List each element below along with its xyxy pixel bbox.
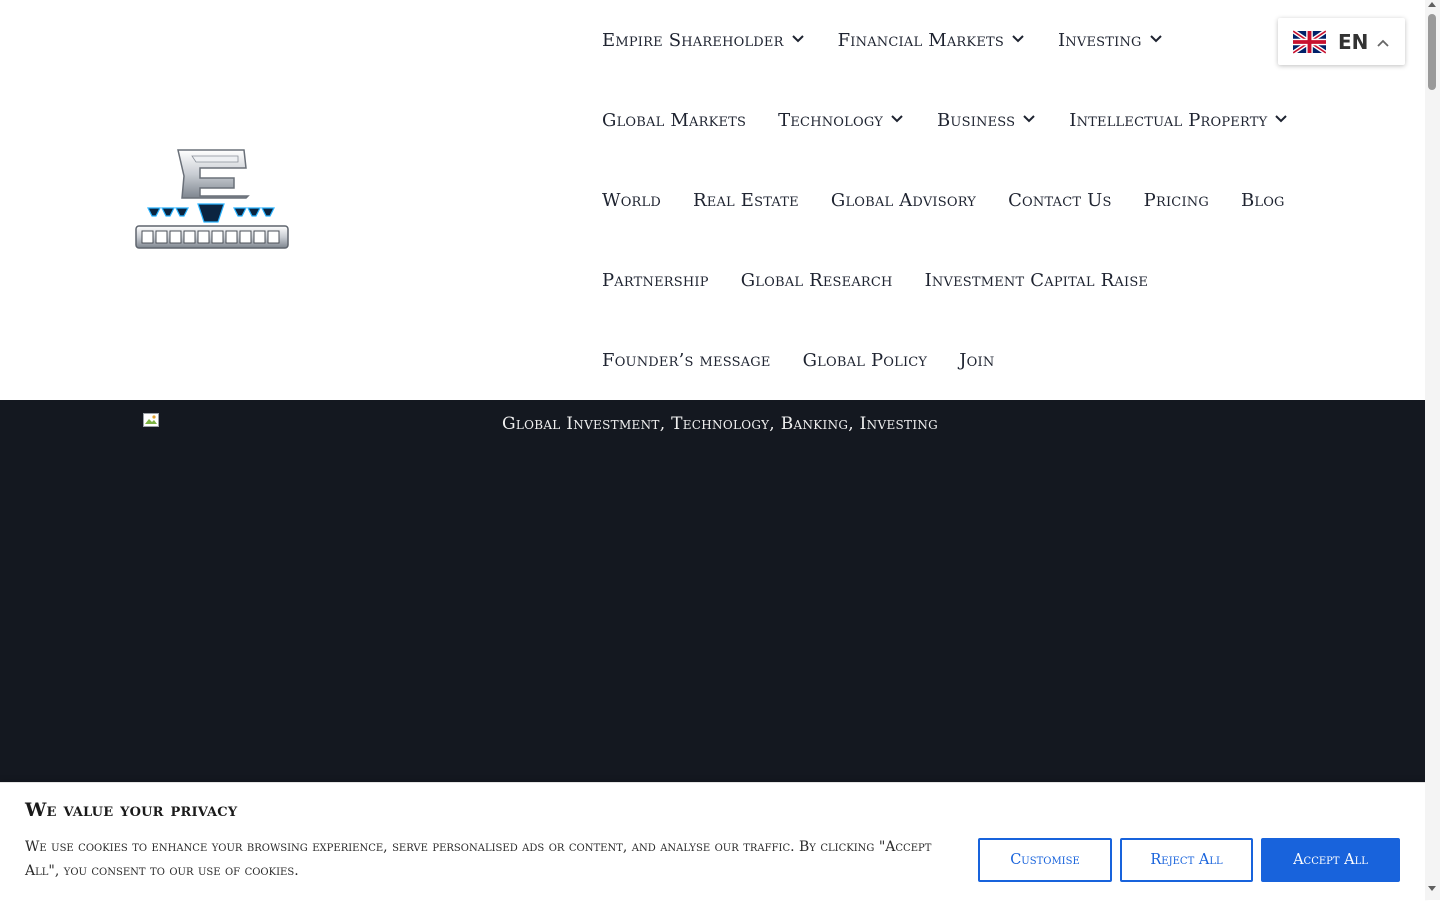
nav-item-global-policy[interactable]: Global Policy: [803, 350, 928, 371]
nav-item-intellectual-property[interactable]: Intellectual Property: [1069, 110, 1289, 131]
chevron-down-icon: [1023, 115, 1037, 125]
nav-item-empire-shareholder[interactable]: Empire Shareholder: [602, 30, 806, 51]
nav-label: Intellectual Property: [1069, 109, 1268, 131]
nav-label: Contact Us: [1008, 189, 1112, 211]
nav-item-blog[interactable]: Blog: [1241, 190, 1285, 211]
nav-label: Empire Shareholder: [602, 29, 784, 51]
chevron-down-icon: [1149, 35, 1164, 45]
chevron-down-icon: [791, 35, 806, 45]
nav-item-business[interactable]: Business: [937, 110, 1037, 131]
nav-item-join[interactable]: Join: [959, 350, 994, 371]
nav-row-5: Founder’s message Global Policy Join: [602, 348, 1026, 372]
nav-label: Investing: [1057, 29, 1142, 51]
language-code: EN: [1338, 29, 1369, 54]
reject-all-button[interactable]: Reject All: [1120, 838, 1253, 882]
scroll-up-arrow-icon[interactable]: [1428, 2, 1436, 7]
nav-item-world[interactable]: World: [602, 190, 661, 211]
nav-item-pricing[interactable]: Pricing: [1144, 190, 1209, 211]
nav-item-partnership[interactable]: Partnership: [602, 270, 709, 291]
cookie-consent-banner: We value your privacy We use cookies to …: [0, 782, 1425, 901]
nav-item-founders-message[interactable]: Founder’s message: [602, 350, 771, 371]
nav-label: Global Research: [740, 269, 893, 291]
nav-row-1: Empire Shareholder Financial Markets Inv…: [602, 28, 1196, 52]
chevron-down-icon: [1275, 115, 1289, 125]
nav-label: Founder’s message: [602, 349, 771, 371]
nav-item-technology[interactable]: Technology: [778, 110, 905, 131]
nav-label: Blog: [1240, 189, 1285, 211]
nav-label: World: [602, 189, 662, 211]
nav-row-2: Global Markets Technology Business Intel…: [602, 108, 1321, 132]
nav-item-contact-us[interactable]: Contact Us: [1008, 190, 1112, 211]
nav-label: Global Markets: [602, 109, 747, 131]
scrollbar-thumb[interactable]: [1428, 14, 1436, 90]
chevron-up-icon: [1377, 32, 1390, 51]
chevron-down-icon: [1012, 35, 1026, 45]
nav-row-3: World Real Estate Global Advisory Contac…: [602, 188, 1317, 212]
nav-item-investing[interactable]: Investing: [1058, 30, 1164, 51]
accept-all-button[interactable]: Accept All: [1261, 838, 1400, 882]
nav-item-global-research[interactable]: Global Research: [741, 270, 893, 291]
nav-item-financial-markets[interactable]: Financial Markets: [838, 30, 1026, 51]
nav-label: Financial Markets: [837, 29, 1004, 51]
cookie-title: We value your privacy: [25, 799, 238, 821]
nav-item-global-advisory[interactable]: Global Advisory: [831, 190, 976, 211]
nav-item-real-estate[interactable]: Real Estate: [693, 190, 799, 211]
nav-item-investment-capital-raise[interactable]: Investment Capital Raise: [925, 270, 1149, 291]
nav-label: Join: [959, 349, 995, 371]
nav-label: Global Policy: [802, 349, 928, 371]
scroll-down-arrow-icon[interactable]: [1428, 886, 1436, 891]
nav-item-global-markets[interactable]: Global Markets: [602, 110, 746, 131]
nav-row-4: Partnership Global Research Investment C…: [602, 268, 1180, 292]
nav-label: Pricing: [1143, 189, 1209, 211]
hero-image-alt-text: Global Investment, Technology, Banking, …: [501, 414, 939, 434]
chevron-down-icon: [891, 115, 905, 125]
nav-label: Business: [937, 109, 1016, 131]
site-logo[interactable]: [134, 146, 292, 252]
site-header: Empire Shareholder Financial Markets Inv…: [0, 0, 1425, 400]
nav-label: Technology: [778, 109, 883, 131]
nav-label: Global Advisory: [830, 189, 977, 211]
nav-label: Real Estate: [693, 189, 799, 211]
language-selector[interactable]: EN: [1278, 18, 1405, 65]
nav-label: Partnership: [602, 269, 709, 291]
nav-label: Investment Capital Raise: [924, 269, 1149, 291]
hero-banner: Global Investment, Technology, Banking, …: [0, 400, 1425, 782]
uk-flag-icon: [1293, 28, 1326, 55]
vertical-scrollbar[interactable]: [1425, 0, 1440, 900]
cookie-description: We use cookies to enhance your browsing …: [25, 839, 932, 879]
customise-button[interactable]: Customise: [978, 838, 1112, 882]
